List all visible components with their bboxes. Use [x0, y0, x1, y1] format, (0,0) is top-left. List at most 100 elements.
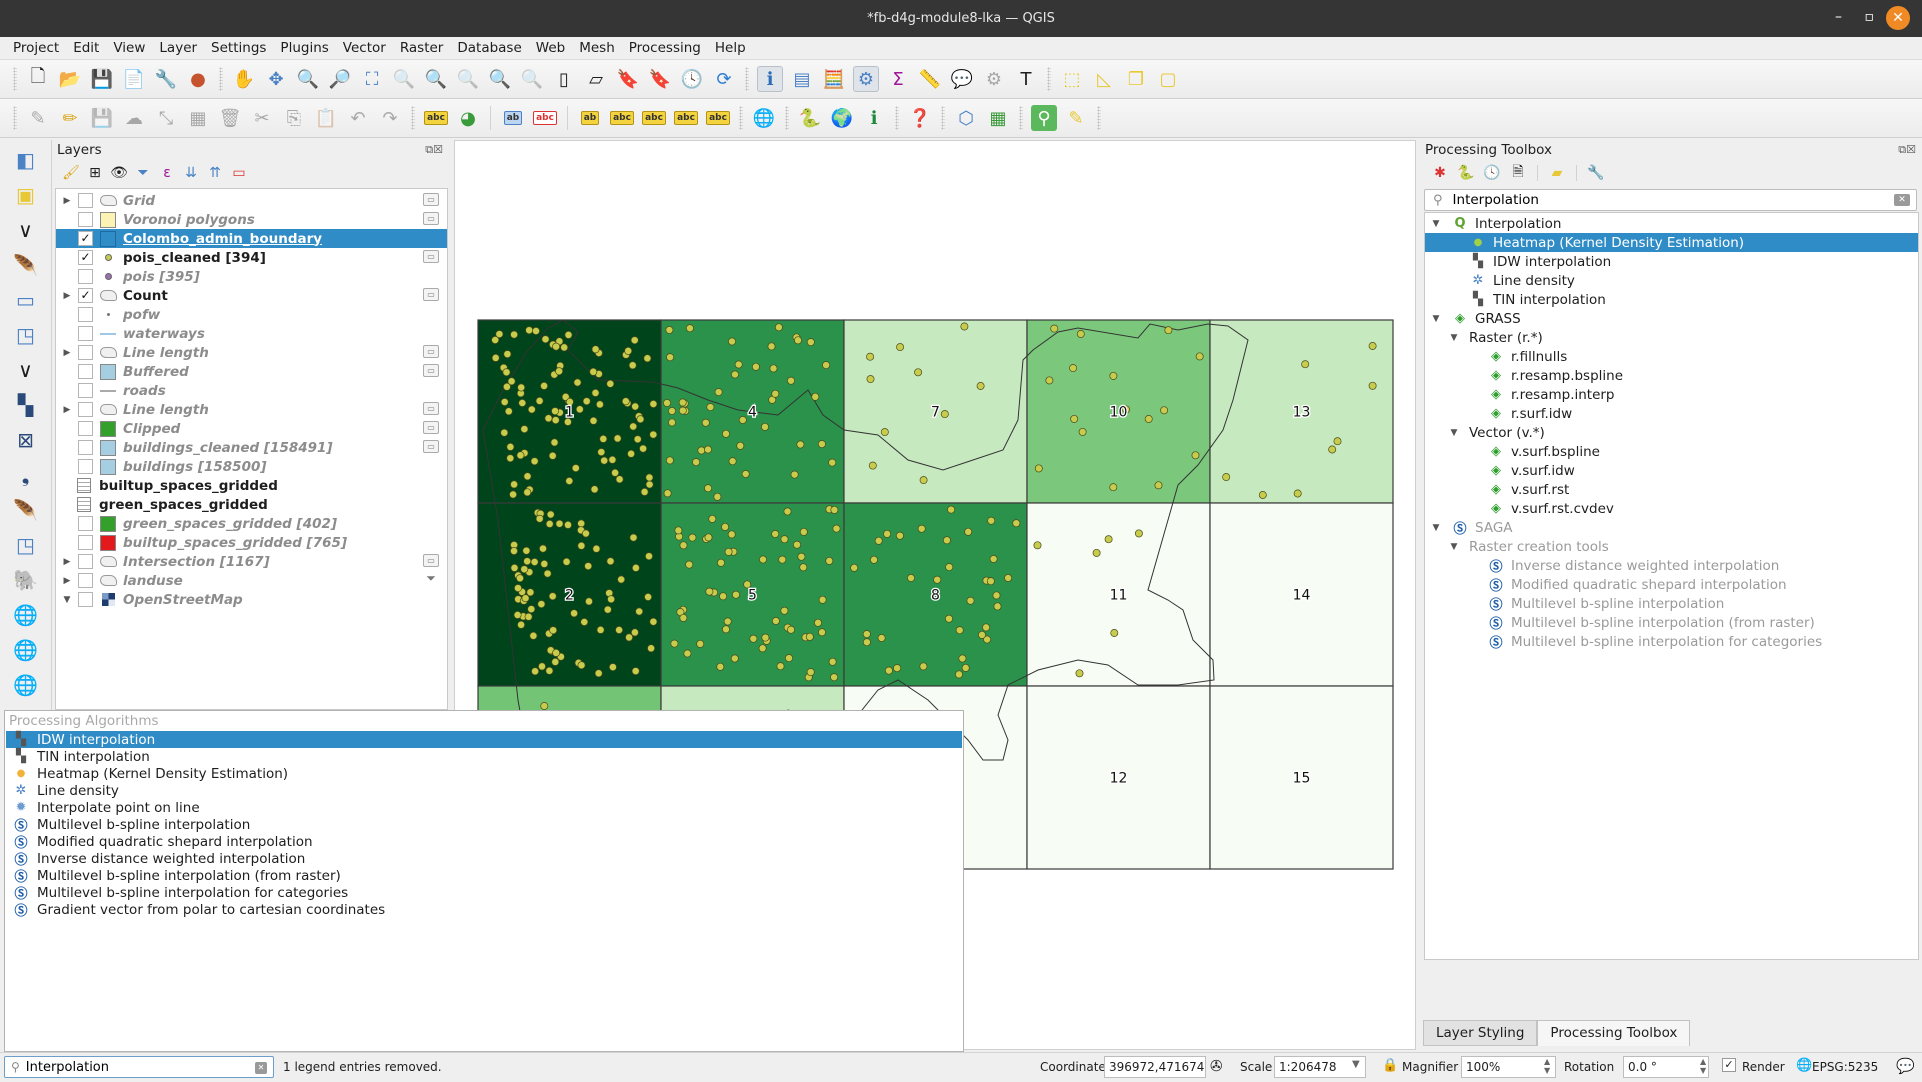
locator-result-item[interactable]: Ⓢ Gradient vector from polar to cartesian…	[6, 901, 962, 920]
copy-features-icon[interactable]: ⎘	[281, 105, 307, 131]
layer-item[interactable]: builtup_spaces_gridded	[56, 476, 447, 495]
add-mesh-layer-icon[interactable]: ⊠	[11, 425, 41, 455]
show-bookmarks-icon[interactable]: 🔖	[647, 66, 673, 92]
panel-dock-buttons[interactable]: ⧉☒	[425, 143, 443, 157]
layer-item[interactable]: Voronoi polygons ▭	[56, 210, 447, 229]
history-icon[interactable]: 🕓	[1481, 162, 1503, 184]
layer-item[interactable]: pofw	[56, 305, 447, 324]
embedded-layer-icon[interactable]: ▭	[423, 288, 439, 301]
add-raster-layer-icon[interactable]: ▚	[11, 390, 41, 420]
layer-visibility-checkbox[interactable]	[78, 383, 93, 398]
close-window-button[interactable]: ✕	[1886, 6, 1910, 30]
globe-icon[interactable]: 🌍	[829, 105, 855, 131]
layer-visibility-checkbox[interactable]	[78, 592, 93, 607]
toolbox-tree-item[interactable]: Ⓢ Inverse distance weighted interpolation	[1425, 556, 1918, 576]
layer-visibility-checkbox[interactable]	[78, 364, 93, 379]
manage-visibility-icon[interactable]: 👁	[108, 162, 130, 184]
python-console-icon[interactable]: 🐍	[797, 105, 823, 131]
zoom-to-layer-icon[interactable]: 🔍	[423, 66, 449, 92]
paste-features-icon[interactable]: 📋	[313, 105, 339, 131]
add-group-icon[interactable]: ⊞	[84, 162, 106, 184]
new-virtual-layer-icon[interactable]: ◳	[11, 320, 41, 350]
layer-visibility-checkbox[interactable]	[78, 345, 93, 360]
temporal-controller-icon[interactable]: 🕓	[679, 66, 705, 92]
embedded-layer-icon[interactable]: ▭	[423, 554, 439, 567]
toolbox-tree-item[interactable]: ◈ r.surf.idw	[1425, 404, 1918, 423]
new-temporary-layer-icon[interactable]: ▭	[11, 285, 41, 315]
clear-locator-icon[interactable]: ✕	[255, 1062, 267, 1074]
layer-item[interactable]: ▶ Grid ▭	[56, 191, 447, 210]
rotation-spinner[interactable]: ▲ ▼	[1700, 1057, 1706, 1075]
move-label-icon[interactable]: abc	[641, 105, 667, 131]
menu-settings[interactable]: Settings	[204, 40, 273, 56]
menu-mesh[interactable]: Mesh	[572, 40, 622, 56]
toolbox-tree-item[interactable]: ● Heatmap (Kernel Density Estimation)	[1425, 233, 1918, 252]
help-icon[interactable]: ❓	[907, 105, 933, 131]
magnifier-field[interactable]: 100%	[1461, 1056, 1556, 1078]
clear-search-icon[interactable]: ✕	[1894, 194, 1910, 206]
current-edits-icon[interactable]: ✎	[25, 105, 51, 131]
toggle-labels-icon[interactable]: abc	[532, 105, 558, 131]
locator-result-item[interactable]: ▚ IDW interpolation	[6, 731, 962, 748]
change-label-icon[interactable]: abc	[705, 105, 731, 131]
layer-item[interactable]: ▶ Line length ▭	[56, 343, 447, 362]
toolbox-tree-item[interactable]: ▚ IDW interpolation	[1425, 252, 1918, 271]
toggle-editing-icon[interactable]: ✏	[57, 105, 83, 131]
rotate-label-icon[interactable]: abc	[673, 105, 699, 131]
toolbox-tree-item[interactable]: ◈ r.fillnulls	[1425, 347, 1918, 366]
table-sync-icon[interactable]: ▦	[985, 105, 1011, 131]
menu-database[interactable]: Database	[450, 40, 528, 56]
layer-item[interactable]: buildings [158500]	[56, 457, 447, 476]
expand-all-icon[interactable]: ⇊	[180, 162, 202, 184]
menu-web[interactable]: Web	[529, 40, 572, 56]
embedded-layer-icon[interactable]: ▭	[423, 364, 439, 377]
minimize-button[interactable]: –	[1835, 9, 1842, 25]
redo-icon[interactable]: ↷	[377, 105, 403, 131]
tab-layer-styling[interactable]: Layer Styling	[1423, 1020, 1538, 1046]
expand-arrow-icon[interactable]: ▶	[59, 291, 75, 301]
layer-item[interactable]: ▶ Line length ▭	[56, 400, 447, 419]
new-shapefile-layer-icon[interactable]: ∨	[11, 215, 41, 245]
new-map-view-icon[interactable]: ▯	[551, 66, 577, 92]
layer-item[interactable]: waterways	[56, 324, 447, 343]
pan-map-icon[interactable]: ✋	[231, 66, 257, 92]
locator-result-item[interactable]: ● Heatmap (Kernel Density Estimation)	[6, 765, 962, 782]
locator-search-input[interactable]	[25, 1059, 236, 1075]
select-by-location-icon[interactable]: ▢	[1155, 66, 1181, 92]
layer-item[interactable]: Clipped ▭	[56, 419, 447, 438]
locator-result-item[interactable]: Ⓢ Multilevel b-spline interpolation for c…	[6, 884, 962, 903]
layout-manager-icon[interactable]: 🔧	[153, 66, 179, 92]
save-project-icon[interactable]: 💾	[89, 66, 115, 92]
locator-result-item[interactable]: Ⓢ Modified quadratic shepard interpolatio…	[6, 833, 962, 852]
pin-labels-icon[interactable]: ab	[577, 105, 603, 131]
delete-selected-icon[interactable]: 🗑	[217, 105, 243, 131]
layer-visibility-checkbox[interactable]	[78, 421, 93, 436]
layer-visibility-checkbox[interactable]	[78, 516, 93, 531]
field-calculator-icon[interactable]: 🧮	[821, 66, 847, 92]
select-features-icon[interactable]: ⬚	[1059, 66, 1085, 92]
layer-item[interactable]: ✓ pois_cleaned [394] ▭	[56, 248, 447, 267]
locator-result-item[interactable]: ✲ Line density	[6, 782, 962, 799]
style-manager-icon[interactable]: ●	[185, 66, 211, 92]
add-postgis-icon[interactable]: 🐘	[11, 565, 41, 595]
coordinate-field[interactable]: 396972,471674	[1104, 1056, 1206, 1078]
menu-help[interactable]: Help	[708, 40, 753, 56]
expand-arrow-icon[interactable]: ▶	[59, 557, 75, 567]
toolbox-tree-item[interactable]: ▼ Ⓢ SAGA	[1425, 518, 1918, 538]
layer-item[interactable]: pois [395]	[56, 267, 447, 286]
layer-visibility-checkbox[interactable]	[78, 212, 93, 227]
layer-item[interactable]: builtup_spaces_gridded [765]	[56, 533, 447, 552]
embedded-layer-icon[interactable]: ▭	[423, 212, 439, 225]
toolbox-tree-item[interactable]: Ⓢ Modified quadratic shepard interpolatio…	[1425, 575, 1918, 595]
data-source-manager-icon[interactable]: ◧	[11, 145, 41, 175]
vertex-tool-icon[interactable]: ⤡	[153, 105, 179, 131]
tab-processing-toolbox[interactable]: Processing Toolbox	[1537, 1020, 1691, 1046]
render-checkbox[interactable]: ✓	[1722, 1058, 1736, 1072]
zoom-full-icon[interactable]: ⛶	[359, 66, 385, 92]
zoom-to-selection-icon[interactable]: 🔍	[391, 66, 417, 92]
layer-labeling-icon[interactable]: abc	[423, 105, 449, 131]
toolbox-tree-item[interactable]: ▼ Q Interpolation	[1425, 214, 1918, 233]
expand-arrow-icon[interactable]: ▼	[1447, 542, 1461, 552]
toolbox-search-field[interactable]: ⚲ ✕	[1424, 189, 1917, 211]
filter-icon[interactable]: ⏷	[423, 572, 439, 586]
